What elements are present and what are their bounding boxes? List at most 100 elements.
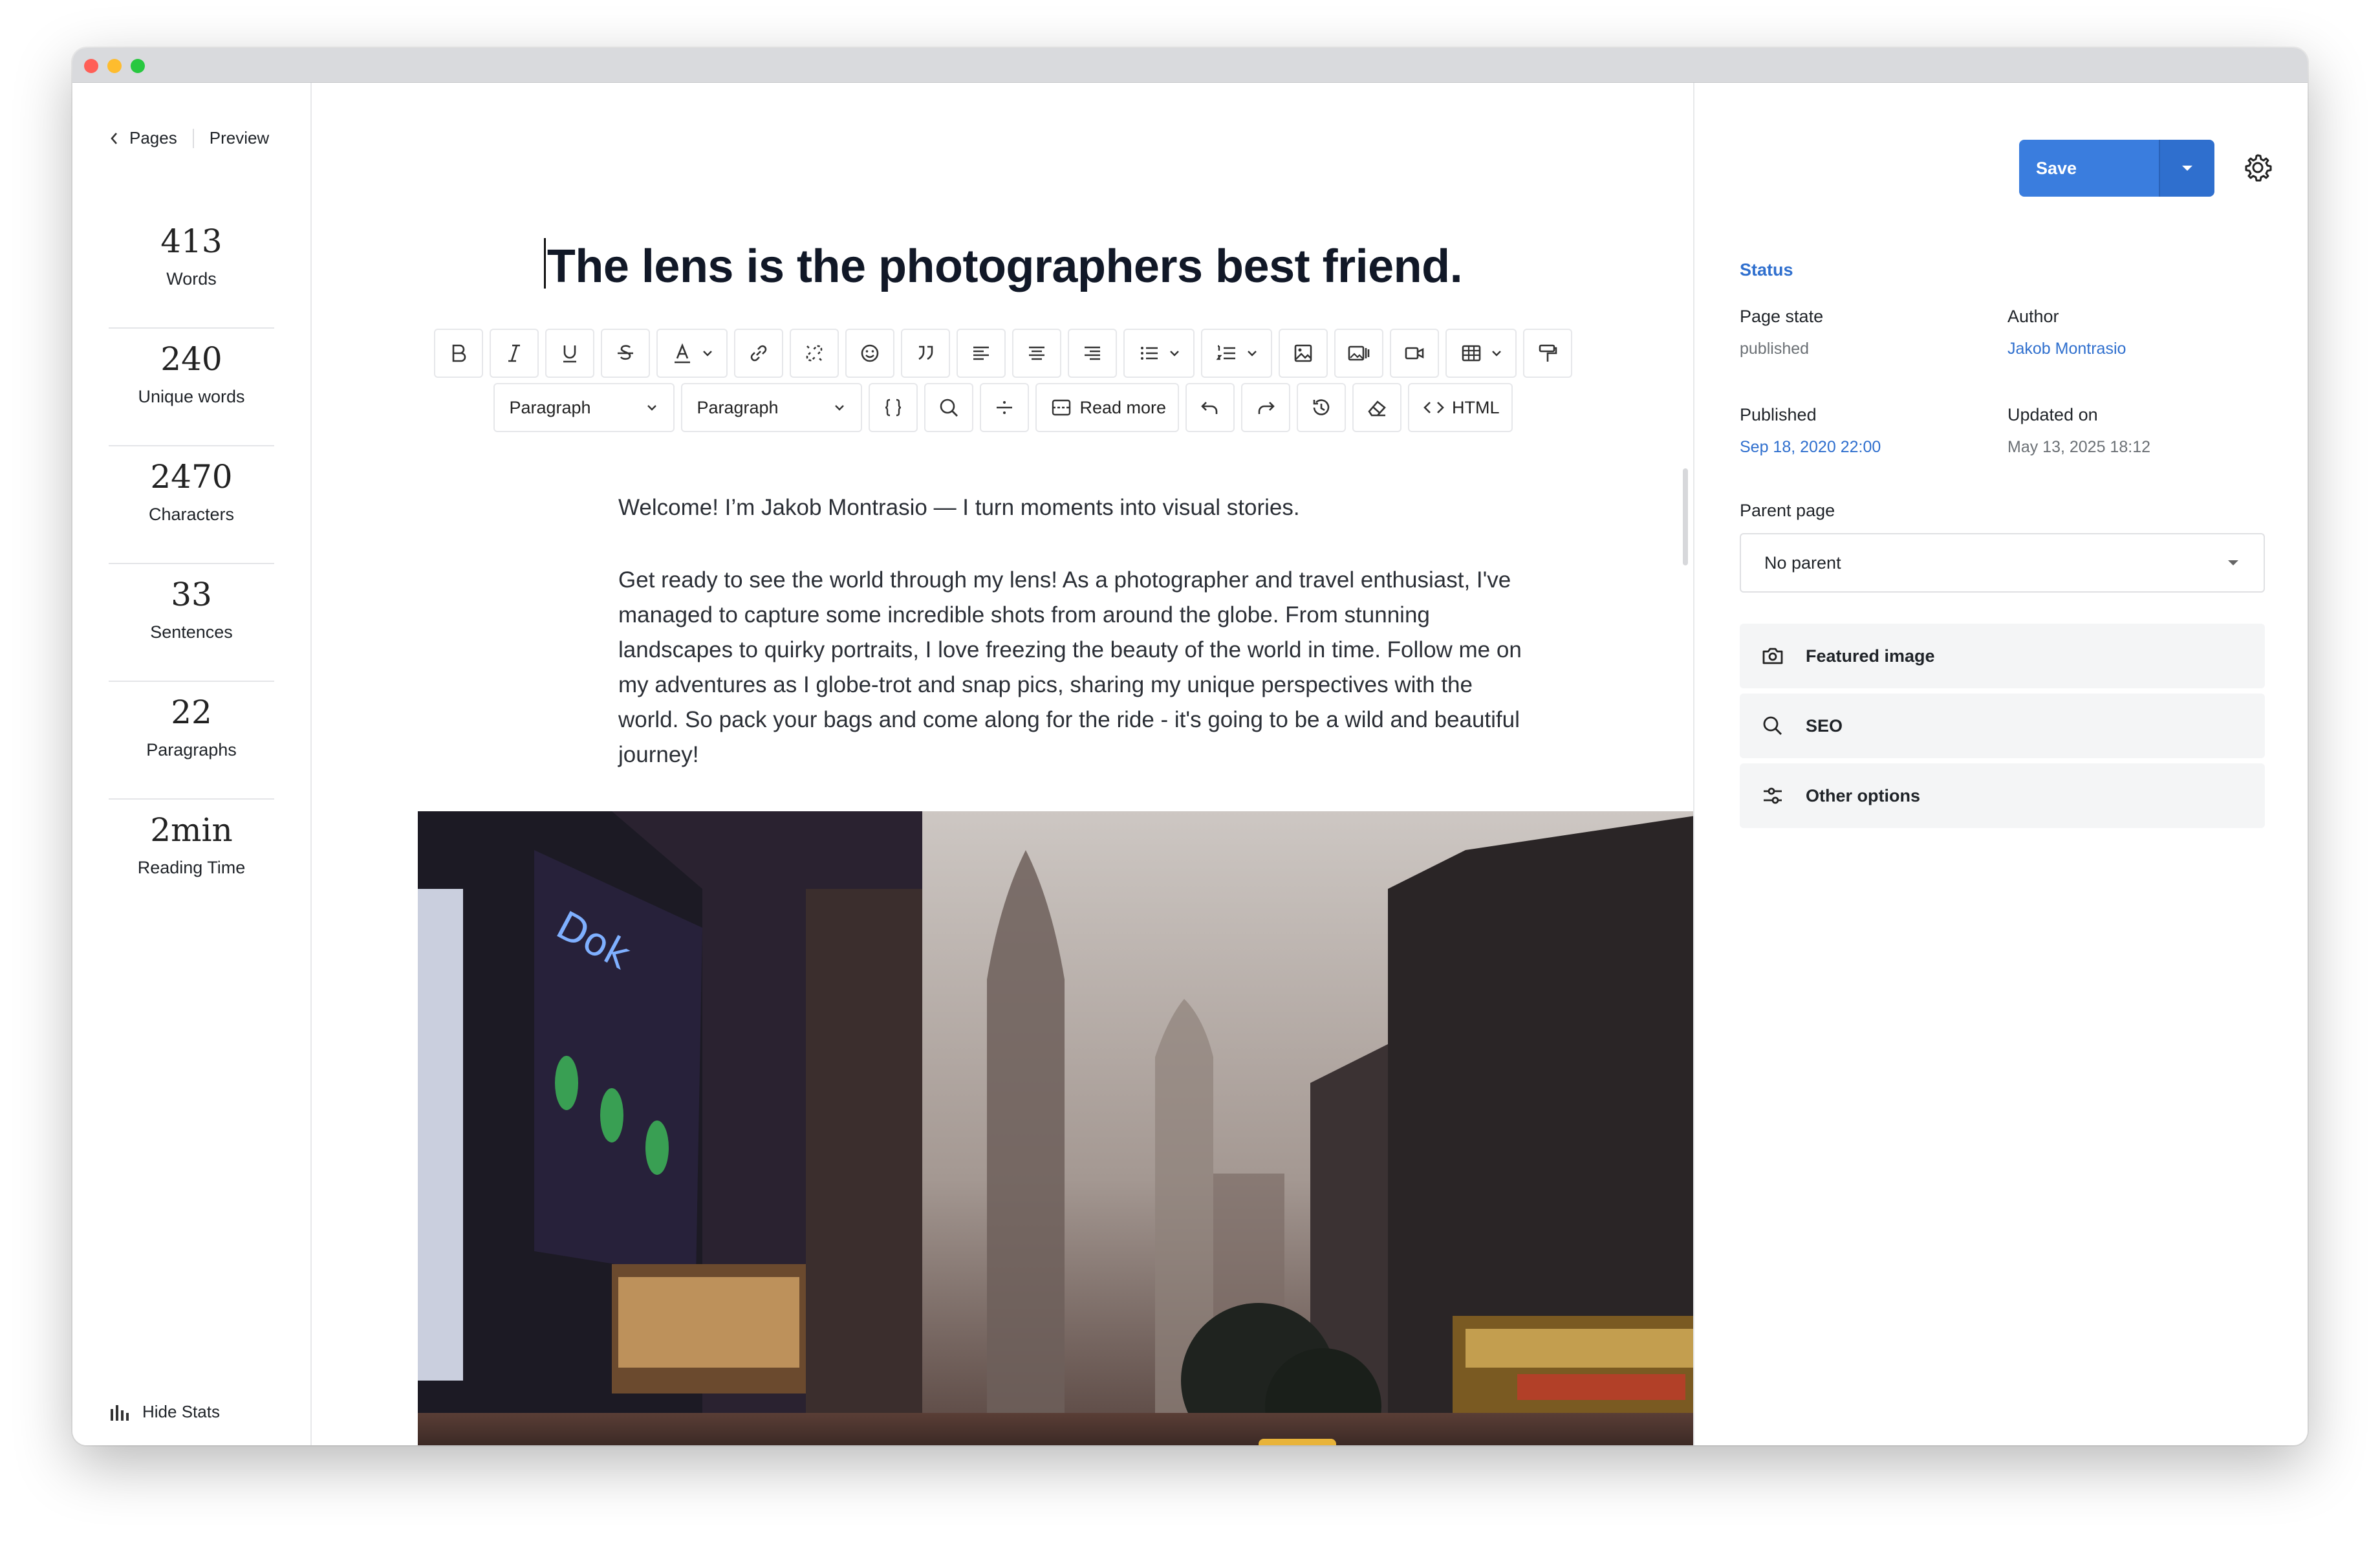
author-link[interactable]: Jakob Montrasio [2007,340,2126,358]
align-right-icon [1085,346,1100,360]
numbered-list-icon [1216,345,1235,360]
page-state-field: Page state published [1740,307,1823,358]
stat-reading-time: 2min Reading Time [109,811,274,878]
block-format-select[interactable]: Paragraph [493,383,675,432]
quote-icon [918,345,933,360]
back-to-pages-link[interactable]: Pages [109,128,177,148]
html-source-button[interactable]: HTML [1408,383,1513,432]
stat-label: Paragraphs [146,740,237,760]
horizontal-rule-button[interactable] [980,383,1030,432]
underline-button[interactable] [545,329,594,378]
preview-link[interactable]: Preview [210,128,269,148]
stat-divider [109,445,274,446]
minimize-window-button[interactable] [107,59,122,73]
text-color-button[interactable] [656,329,728,378]
underline-icon [563,345,576,363]
nav-divider [192,128,194,148]
align-center-button[interactable] [1012,329,1061,378]
settings-sidebar: Save Status Page state published Author … [1693,83,2308,1445]
other-options-panel[interactable]: Other options [1740,763,2265,828]
align-right-button[interactable] [1068,329,1117,378]
bold-icon [452,344,466,362]
stat-characters: 2470 Characters [109,458,274,564]
clear-formatting-button[interactable] [1352,383,1402,432]
document-title[interactable]: The lens is the photographers best frien… [313,238,1693,293]
insert-gallery-button[interactable] [1334,329,1383,378]
italic-icon [508,344,520,362]
bullet-list-button[interactable] [1123,329,1195,378]
stat-label: Sentences [150,622,233,642]
camera-icon [1762,648,1783,664]
strikethrough-button[interactable] [601,329,650,378]
caret-down-icon [2182,166,2192,171]
parent-page-select[interactable]: No parent [1740,533,2265,593]
maximize-window-button[interactable] [131,59,145,73]
insert-video-button[interactable] [1390,329,1439,378]
align-left-icon [973,346,989,360]
insert-table-button[interactable] [1445,329,1517,378]
unlink-button[interactable] [790,329,839,378]
stat-paragraphs: 22 Paragraphs [109,694,274,800]
emoji-icon [861,344,879,362]
link-button[interactable] [734,329,783,378]
redo-button[interactable] [1241,383,1291,432]
stat-value: 240 [160,340,222,378]
stat-label: Unique words [138,387,245,406]
chevron-down-icon [647,405,657,411]
document-title-text: The lens is the photographers best frien… [546,241,1463,292]
featured-image-label: Featured image [1806,646,1935,666]
paragraph: Welcome! I’m Jakob Montrasio — I turn mo… [618,495,1300,520]
seo-panel[interactable]: SEO [1740,694,2265,758]
numbered-list-button[interactable] [1201,329,1272,378]
text-color-icon [675,343,690,364]
undo-button[interactable] [1185,383,1235,432]
read-more-button[interactable]: Read more [1035,383,1180,432]
document-body[interactable]: Welcome! I’m Jakob Montrasio — I turn mo… [618,490,1524,810]
gear-icon[interactable] [2240,150,2275,185]
featured-image-panel[interactable]: Featured image [1740,624,2265,688]
other-options-label: Other options [1806,785,1920,805]
editor-area: The lens is the photographers best frien… [313,83,1726,1445]
chevron-down-icon [835,405,845,411]
bar-chart-icon [111,1404,129,1421]
stat-value: 33 [171,576,212,613]
published-label: Published [1740,405,1817,424]
paragraph: Get ready to see the world through my le… [618,567,1522,767]
code-block-icon [885,399,902,417]
sliders-icon [1764,787,1782,804]
align-left-button[interactable] [957,329,1006,378]
code-block-button[interactable] [869,383,918,432]
read-more-label: Read more [1079,397,1167,417]
parent-page-value: No parent [1764,552,1841,573]
bold-button[interactable] [434,329,483,378]
redo-icon [1258,402,1275,414]
revision-history-button[interactable] [1297,383,1347,432]
emoji-button[interactable] [845,329,894,378]
save-button[interactable]: Save [2019,140,2159,197]
undo-icon [1201,402,1218,414]
hide-stats-button[interactable]: Hide Stats [109,1402,220,1422]
updated-value: May 13, 2025 18:12 [2007,438,2150,456]
published-field: Published Sep 18, 2020 22:00 [1740,405,1881,457]
insert-image-button[interactable] [1279,329,1328,378]
back-label: Pages [129,128,177,148]
city-street-photo: Dok [418,811,1726,1445]
find-button[interactable] [924,383,974,432]
quote-button[interactable] [901,329,950,378]
seo-label: SEO [1806,716,1843,736]
editor-scrollbar[interactable] [1683,468,1688,565]
published-date-link[interactable]: Sep 18, 2020 22:00 [1740,438,1881,457]
save-options-dropdown[interactable] [2159,140,2214,197]
featured-photo-city-street[interactable]: Dok [418,811,1726,1445]
close-window-button[interactable] [84,59,98,73]
paragraph-style-select[interactable]: Paragraph [681,383,863,432]
chevron-down-icon [1248,351,1257,356]
format-painter-button[interactable] [1523,329,1572,378]
italic-button[interactable] [490,329,539,378]
formatting-toolbar-row-2: Paragraph Paragraph Read more HTML [313,383,1693,432]
updated-field: Updated on May 13, 2025 18:12 [2007,405,2150,457]
title-bar [72,48,2308,83]
text-caret [543,238,546,289]
formatting-toolbar-row-1 [313,329,1693,378]
hide-stats-label: Hide Stats [142,1402,220,1421]
